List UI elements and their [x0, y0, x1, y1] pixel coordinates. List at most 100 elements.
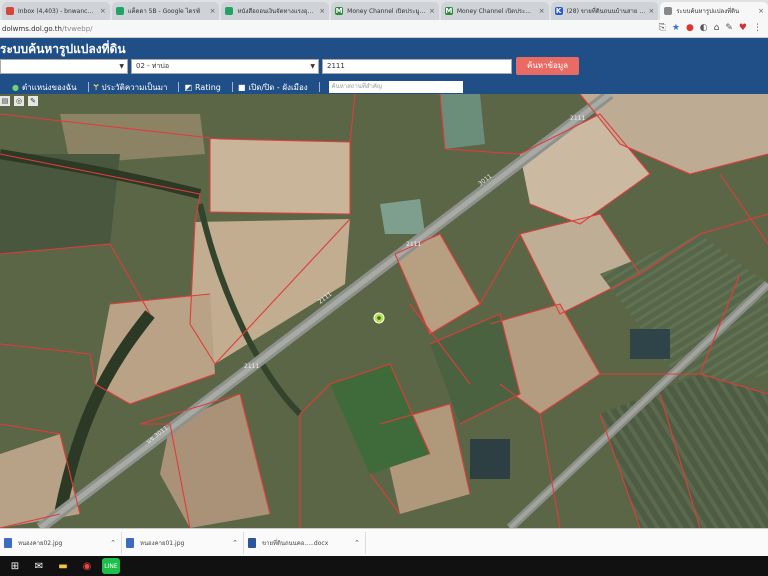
district-select[interactable]: 02 - ท่าบ่อ ▼: [131, 59, 319, 74]
tab-title: หนังสือถอนเงินจัดทางแรงอุดม - G: [237, 8, 316, 15]
globe-icon: ●: [12, 82, 19, 92]
extension-icon[interactable]: ⌂: [714, 22, 720, 34]
tab-title: Money Channel เปิดประ...: [456, 8, 531, 15]
translate-icon[interactable]: ⎘: [659, 22, 666, 34]
extension-icon[interactable]: ●: [686, 22, 694, 34]
url-text[interactable]: dolwms.dol.go.th/tvwebp/: [2, 25, 93, 33]
chevron-up-icon[interactable]: ⌃: [232, 539, 238, 547]
road-label: 2111: [570, 115, 585, 122]
map-canvas[interactable]: 3011 2111 2111 2111 2111 นช.3011: [0, 94, 768, 528]
menu-item-label: เปิด/ปิด - ผังเมือง: [248, 82, 308, 92]
close-icon[interactable]: ×: [758, 7, 764, 15]
province-select[interactable]: ▼: [0, 59, 128, 74]
tab-title: Inbox (4,403) - bnwanchai@...: [18, 7, 97, 15]
place-search-input[interactable]: ค้นหาสถานที่สำคัญ: [328, 81, 463, 93]
water-plot: [380, 199, 425, 234]
browser-tab[interactable]: K (28) ขายที่ดินถนนบ้านสาย ถนน ×: [550, 2, 659, 20]
print-icon[interactable]: ✎: [28, 96, 38, 106]
menu-item-my-location[interactable]: ● ตำแหน่งของฉัน: [0, 81, 77, 94]
district-value: 02 - ท่าบ่อ: [136, 62, 170, 70]
water-plot: [440, 94, 485, 149]
menu-item-label: ตำแหน่งของฉัน: [21, 82, 77, 92]
download-bar: หนองคาย02.jpg ⌃ หนองคาย01.jpg ⌃ ขายที่ดินถ…: [0, 528, 768, 557]
menu-item-label: ประวัติความเป็นมา: [101, 82, 168, 92]
close-icon[interactable]: ×: [648, 7, 654, 15]
image-file-icon: [126, 538, 134, 548]
road-label: 2111: [406, 241, 421, 248]
map-controls: ▤ ◎ ✎: [0, 96, 38, 106]
app-header: ระบบค้นหารูปแปลงที่ดิน ▼ 02 - ท่าบ่อ ▼ 21…: [0, 38, 768, 80]
line-app-icon[interactable]: LINE: [102, 558, 120, 574]
download-filename: ขายที่ดินถนนคอ.....docx: [262, 540, 329, 547]
extension-icon[interactable]: ◐: [700, 22, 708, 34]
parcel-number-value: 2111: [327, 62, 345, 70]
money-channel-icon: M: [444, 7, 453, 15]
satellite-map[interactable]: 3011 2111 2111 2111 2111 นช.3011 ▤ ◎ ✎: [0, 94, 768, 528]
extension-area: ⎘ ★ ● ◐ ⌂ ✎ ♥ ⋮: [659, 22, 762, 34]
tab-title: ระบบค้นหารูปแปลงที่ดิน: [676, 8, 740, 15]
browser-tab[interactable]: M Money Channel เปิดประมูล... ×: [331, 2, 439, 20]
road-label: 2111: [244, 363, 259, 370]
kaidee-icon: K: [554, 7, 563, 15]
map-menu-bar: ● ตำแหน่งของฉัน Ɏ ประวัติความเป็นมา ◩ Ra…: [0, 80, 768, 94]
chevron-up-icon[interactable]: ⌃: [354, 539, 360, 547]
tab-title: Money Channel เปิดประมูล...: [347, 8, 426, 15]
url-path: /tvwebp/: [62, 24, 93, 33]
tab-title: (28) ขายที่ดินถนนบ้านสาย ถนน: [566, 8, 646, 15]
chevron-down-icon: ▼: [310, 63, 315, 70]
search-button[interactable]: ค้นหาข้อมูล: [516, 57, 579, 75]
url-host: dolwms.dol.go.th: [2, 24, 62, 33]
download-filename: หนองคาย02.jpg: [18, 540, 63, 547]
close-icon[interactable]: ×: [319, 7, 325, 15]
close-icon[interactable]: ×: [539, 7, 545, 15]
tab-title: แค็ดดา 5B - Google ไดรฟ์: [127, 8, 201, 15]
menu-item-history[interactable]: Ɏ ประวัติความเป็นมา: [94, 81, 168, 94]
chevron-up-icon[interactable]: ⌃: [110, 539, 116, 547]
pond: [630, 329, 670, 359]
browser-tab[interactable]: M Money Channel เปิดประ... ×: [440, 2, 549, 20]
menu-item-rating[interactable]: ◩ Rating: [184, 83, 220, 92]
close-icon[interactable]: ×: [429, 7, 435, 15]
extension-icon[interactable]: ✎: [725, 22, 733, 34]
os-taskbar: ⊞ ✉ ▬ ◉ LINE: [0, 556, 768, 576]
drive-icon: [225, 7, 234, 15]
download-item[interactable]: หนองคาย02.jpg ⌃: [4, 532, 122, 554]
app-title: ระบบค้นหารูปแปลงที่ดิน: [0, 42, 126, 56]
field-bare: [210, 139, 350, 214]
close-icon[interactable]: ×: [100, 7, 106, 15]
layers-icon[interactable]: ▤: [0, 96, 10, 106]
gmail-icon: [6, 7, 14, 15]
chart-icon: ◩: [184, 82, 193, 92]
star-icon[interactable]: ★: [672, 22, 680, 34]
drive-icon: [115, 7, 124, 15]
download-filename: หนองคาย01.jpg: [140, 540, 185, 547]
crosshair-icon[interactable]: ◎: [14, 96, 24, 106]
menu-item-city-plan-toggle[interactable]: ■ เปิด/ปิด - ผังเมือง: [238, 81, 308, 94]
browser-tab[interactable]: Inbox (4,403) - bnwanchai@...×: [2, 2, 110, 20]
location-pin-icon[interactable]: [373, 312, 385, 324]
download-item[interactable]: หนองคาย01.jpg ⌃: [126, 532, 244, 554]
dol-icon: [664, 7, 673, 15]
extension-icon[interactable]: ♥: [739, 22, 747, 34]
menu-item-label: Rating: [195, 82, 221, 92]
money-channel-icon: M: [335, 7, 344, 15]
word-file-icon: [248, 538, 256, 548]
browser-tab[interactable]: ระบบค้นหารูปแปลงที่ดิน ×: [660, 2, 768, 20]
browser-tab[interactable]: หนังสือถอนเงินจัดทางแรงอุดม - G×: [221, 2, 330, 20]
address-bar[interactable]: dolwms.dol.go.th/tvwebp/ ⎘ ★ ● ◐ ⌂ ✎ ♥ ⋮: [0, 20, 768, 38]
browser-tab[interactable]: แค็ดดา 5B - Google ไดรฟ์ ×: [111, 2, 220, 20]
start-icon[interactable]: ⊞: [6, 558, 24, 574]
browser-tab-strip: Inbox (4,403) - bnwanchai@...×แค็ดดา 5B …: [0, 0, 768, 20]
close-icon[interactable]: ×: [210, 7, 216, 15]
pond: [470, 439, 510, 479]
checkbox-icon: ■: [237, 82, 246, 92]
parcel-number-input[interactable]: 2111: [322, 59, 512, 74]
image-file-icon: [4, 538, 12, 548]
mail-icon[interactable]: ✉: [30, 558, 48, 574]
download-item[interactable]: ขายที่ดินถนนคอ.....docx ⌃: [248, 532, 366, 554]
history-icon: Ɏ: [93, 82, 99, 92]
chevron-down-icon: ▼: [119, 63, 124, 70]
menu-icon[interactable]: ⋮: [753, 22, 762, 34]
chrome-icon[interactable]: ◉: [78, 558, 96, 574]
folder-icon[interactable]: ▬: [54, 558, 72, 574]
